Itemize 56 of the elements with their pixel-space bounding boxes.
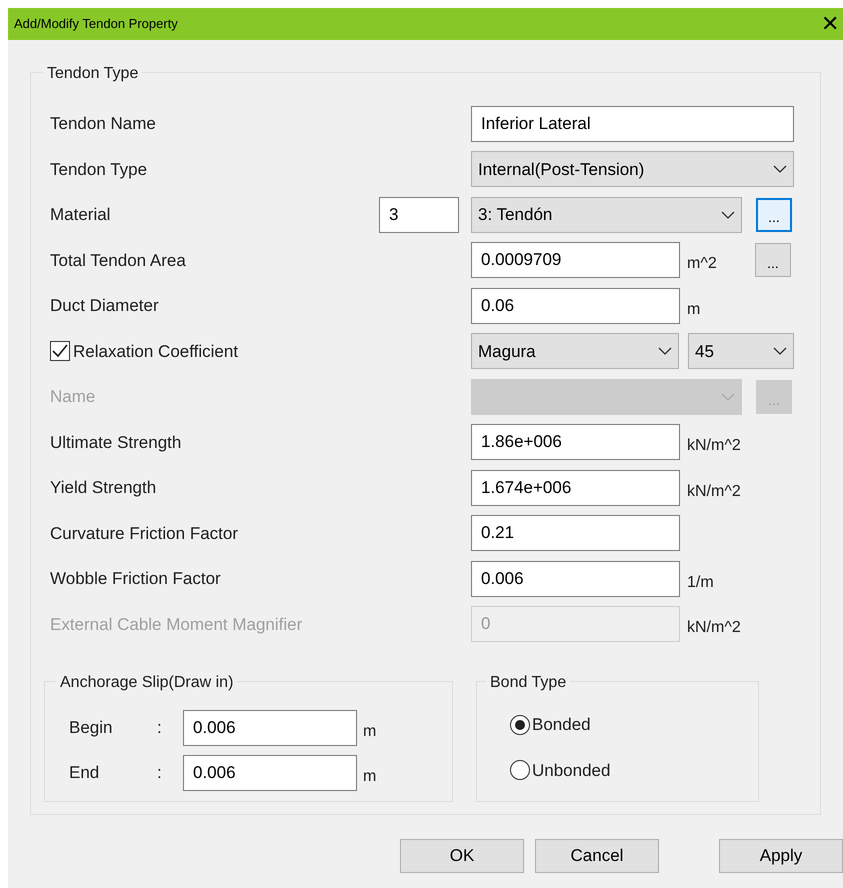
field-label: Curvature Friction Factor xyxy=(50,522,238,544)
input-field[interactable]: 0.006 xyxy=(183,710,357,746)
colon-label: : xyxy=(157,717,163,740)
chevron-down-icon xyxy=(721,210,735,219)
chevron-down-icon xyxy=(773,165,787,174)
unit-label: m xyxy=(363,722,376,742)
input-field[interactable]: 3 xyxy=(379,196,459,233)
dropdown[interactable]: Magura xyxy=(471,333,679,370)
dropdown[interactable]: Internal(Post-Tension) xyxy=(471,151,794,188)
field-label: Tendon Name xyxy=(50,113,156,135)
field-label: End xyxy=(69,762,100,784)
dropdown[interactable]: 3: Tendón xyxy=(471,196,742,233)
chevron-down-icon xyxy=(773,347,787,356)
unit-label: m xyxy=(363,767,376,787)
colon-label: : xyxy=(157,762,163,784)
input-field[interactable]: 1.674e+006 xyxy=(471,470,680,506)
input-field[interactable]: Inferior Lateral xyxy=(471,106,794,142)
chevron-down-icon xyxy=(721,392,735,401)
input-field[interactable]: 0.006 xyxy=(471,560,680,597)
input-field: 0 xyxy=(471,606,680,642)
field-label: Ultimate Strength xyxy=(50,432,182,454)
input-field[interactable]: 0.21 xyxy=(471,515,680,552)
radio-button[interactable] xyxy=(510,714,530,735)
dropdown[interactable]: 45 xyxy=(688,333,794,370)
input-field[interactable]: 0.0009709 xyxy=(471,242,680,278)
input-field[interactable]: 1.86e+006 xyxy=(471,424,680,460)
checkbox[interactable] xyxy=(50,341,70,362)
unit-label: kN/m^2 xyxy=(687,618,742,638)
unit-label: 1/m xyxy=(687,572,715,593)
dialog-button[interactable]: OK xyxy=(400,839,524,873)
browse-button[interactable]: ... xyxy=(756,198,792,232)
field-label: Yield Strength xyxy=(50,477,156,499)
field-label: Duct Diameter xyxy=(50,295,159,317)
field-label: External Cable Moment Magnifier xyxy=(50,614,302,636)
close-button[interactable]: ✕ xyxy=(821,13,839,35)
dialog-button[interactable]: Apply xyxy=(719,839,843,873)
browse-button[interactable]: ... xyxy=(755,243,791,278)
window-title: Add/Modify Tendon Property xyxy=(14,15,178,34)
radio-label: Unbonded xyxy=(532,760,610,782)
field-label: Begin xyxy=(69,717,114,740)
field-label: Wobble Friction Factor xyxy=(50,568,221,590)
input-field[interactable]: 0.06 xyxy=(471,288,680,324)
checkbox-label: Relaxation Coefficient xyxy=(73,340,238,362)
dialog-button[interactable]: Cancel xyxy=(535,839,659,873)
unit-label: kN/m^2 xyxy=(687,482,742,502)
unit-label: kN/m^2 xyxy=(687,436,742,456)
unit-label: m^2 xyxy=(687,254,718,274)
field-label: Material xyxy=(50,204,110,226)
field-label: Name xyxy=(50,386,96,408)
radio-label: Bonded xyxy=(532,714,591,736)
field-label: Tendon Type xyxy=(50,158,148,180)
chevron-down-icon xyxy=(658,347,672,356)
field-label: Total Tendon Area xyxy=(50,250,186,272)
radio-button[interactable] xyxy=(510,760,530,780)
input-field[interactable]: 0.006 xyxy=(183,755,357,791)
unit-label: m xyxy=(687,300,702,320)
